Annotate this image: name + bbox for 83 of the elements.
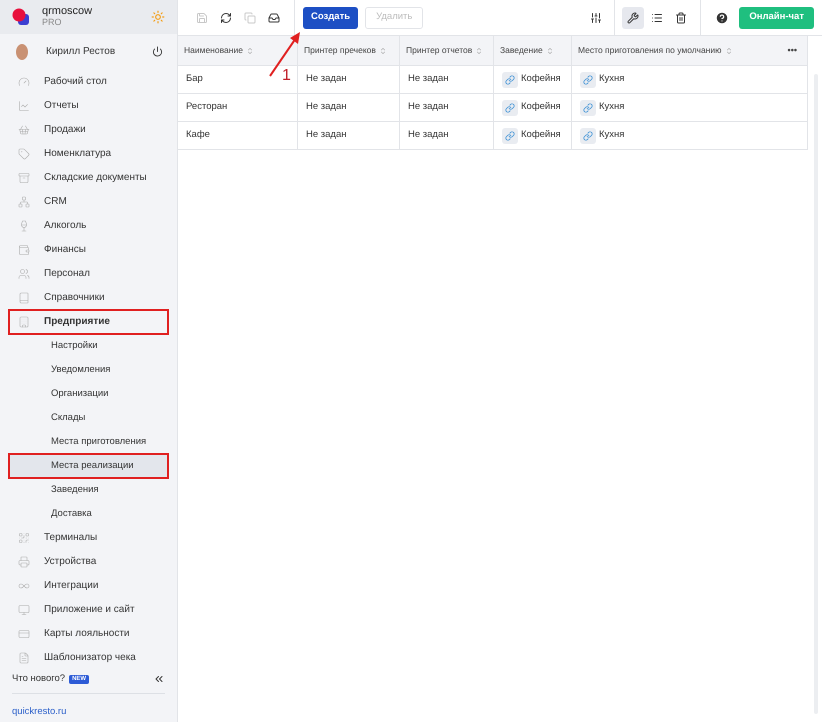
sort-icon (475, 46, 484, 54)
link-icon[interactable] (580, 72, 596, 88)
link-icon[interactable] (502, 128, 518, 144)
table-cell-text: Кухня (599, 100, 624, 114)
building-icon (18, 316, 30, 328)
table-cell-text: Кофейня (521, 72, 561, 86)
account-name: qrmoscow (42, 6, 94, 17)
annotation-number: 1 (282, 66, 291, 86)
printer-icon (18, 556, 30, 568)
archive-icon (18, 172, 30, 184)
create-button[interactable]: Создать (303, 6, 358, 28)
avatar (14, 42, 30, 61)
document-icon (18, 652, 30, 664)
table-cell-text: Не задан (306, 128, 346, 142)
table-cell-text: Кофейня (521, 128, 561, 142)
users-icon (18, 268, 30, 280)
sidebar-item[interactable]: CRM (9, 190, 168, 214)
sidebar-item[interactable]: Справочники (9, 286, 168, 310)
table-cell-text: Кофейня (521, 100, 561, 114)
sidebar-item[interactable]: Устройства (9, 550, 168, 574)
sort-icon (246, 46, 254, 54)
sidebar-item[interactable]: Шаблонизатор чека (9, 646, 168, 670)
plan-label: PRO (42, 17, 63, 28)
sidebar-item[interactable]: Карты лояльности (9, 622, 168, 646)
table-cell-text: Не задан (408, 128, 448, 142)
sidebar-subitem[interactable]: Уведомления (9, 358, 168, 382)
column-header[interactable]: Заведение (494, 36, 572, 65)
basket-icon (18, 124, 30, 136)
wallet-icon (18, 244, 30, 256)
gauge-icon (18, 76, 30, 88)
sidebar-item[interactable]: Интеграции (9, 574, 168, 598)
user-name: Кирилл Рестов (46, 45, 116, 60)
sidebar-item[interactable]: Складские документы (9, 166, 168, 190)
sidebar-subitem[interactable]: Места приготовления (9, 430, 168, 454)
sort-icon (546, 46, 554, 54)
book-icon (18, 292, 30, 304)
power-icon[interactable] (152, 46, 163, 58)
tag-icon (18, 148, 30, 160)
link-icon[interactable] (580, 100, 596, 116)
sidebar-item[interactable]: Персонал (9, 262, 168, 286)
sort-icon (378, 46, 387, 54)
table-cell-text: Не задан (408, 72, 448, 86)
footer-link[interactable]: quickresto.ru (12, 706, 66, 717)
table-cell-text: Бар (186, 72, 203, 86)
qr-icon (18, 532, 30, 544)
sort-icon (724, 46, 732, 54)
sidebar-subitem[interactable]: Доставка (9, 502, 168, 526)
sidebar-item[interactable]: Терминалы (9, 526, 168, 550)
link-icon[interactable] (502, 72, 518, 88)
more-button[interactable]: ••• (788, 44, 797, 58)
sidebar-item[interactable]: Алкоголь (9, 214, 168, 238)
chart-icon (18, 100, 30, 112)
monitor-icon (18, 604, 30, 616)
column-header[interactable]: Место приготовления по умолчанию ••• (572, 36, 808, 65)
link-icon[interactable] (502, 100, 518, 116)
sidebar-item[interactable]: Предприятие (9, 310, 168, 334)
table-cell-text: Не задан (306, 72, 346, 86)
sidebar-item[interactable]: Номенклатура (9, 142, 168, 166)
sidebar-subitem[interactable]: Настройки (9, 334, 168, 358)
tools-icon[interactable] (622, 6, 644, 28)
sidebar-item[interactable]: Приложение и сайт (9, 598, 168, 622)
sidebar-subitem[interactable]: Места реализации (9, 454, 168, 478)
sidebar-item[interactable]: Отчеты (9, 94, 168, 118)
column-header[interactable]: Принтер отчетов (400, 36, 494, 65)
help-icon[interactable] (715, 10, 730, 24)
sidebar-item[interactable]: Рабочий стол (9, 70, 168, 94)
sidebar-item[interactable]: Продажи (9, 118, 168, 142)
whats-new-link[interactable]: Что нового? (12, 672, 66, 687)
network-icon (18, 196, 30, 208)
table-cell-text: Кухня (599, 72, 624, 86)
table-cell-text: Не задан (408, 100, 448, 114)
link-icon[interactable] (580, 128, 596, 144)
card-icon (18, 628, 30, 640)
sidebar-subitem[interactable]: Заведения (9, 478, 168, 502)
table-cell-text: Кухня (599, 128, 624, 142)
table-cell-text: Не задан (306, 100, 346, 114)
table-cell-text: Ресторан (186, 100, 228, 114)
logo-icon (12, 8, 30, 26)
sidebar-subitem[interactable]: Организации (9, 382, 168, 406)
table-cell-text: Кафе (186, 128, 210, 142)
glass-icon (18, 220, 30, 232)
sidebar-item[interactable]: Финансы (9, 238, 168, 262)
sidebar-subitem[interactable]: Склады (9, 406, 168, 430)
